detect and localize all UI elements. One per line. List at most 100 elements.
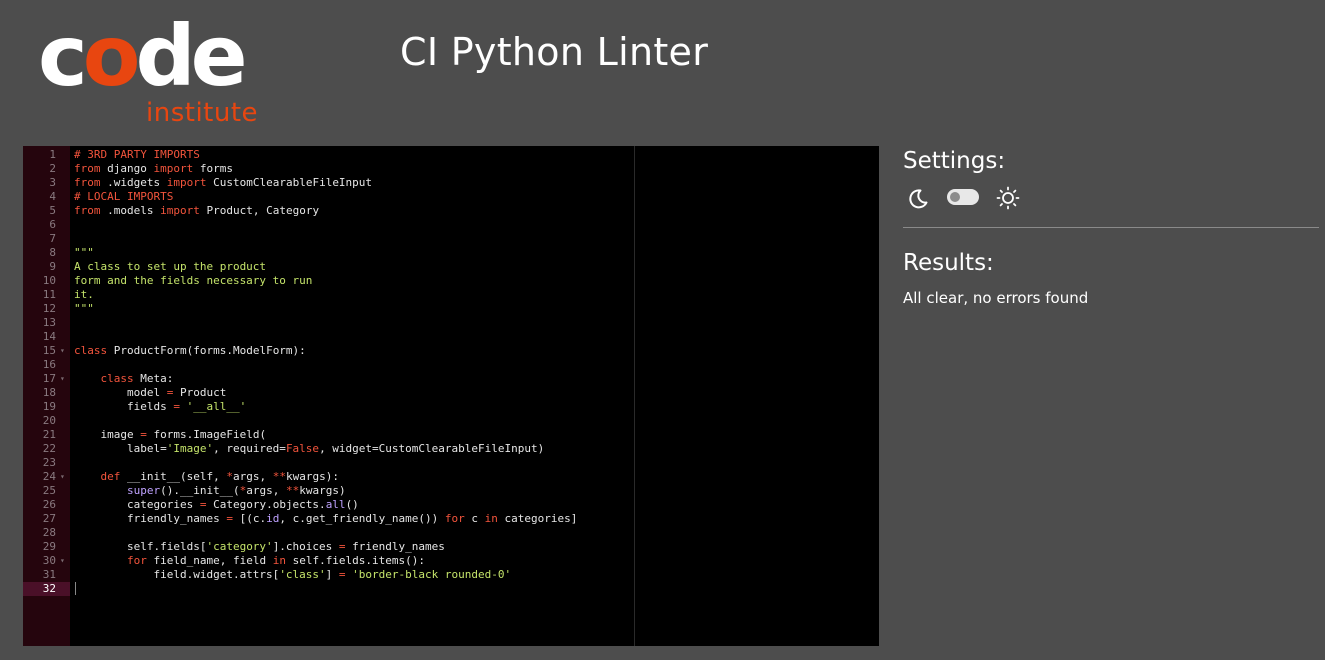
- code-line[interactable]: 28: [23, 526, 879, 540]
- code-text: from .widgets import CustomClearableFile…: [74, 176, 879, 190]
- code-token: class: [100, 372, 134, 385]
- code-token: (): [345, 498, 359, 511]
- code-token: 'border-black rounded-0': [352, 568, 512, 581]
- code-text: # 3RD PARTY IMPORTS: [74, 148, 879, 162]
- code-token: =: [173, 400, 180, 413]
- theme-toggle[interactable]: [947, 189, 979, 205]
- code-token: .models: [100, 204, 161, 217]
- code-token: args,: [232, 470, 273, 483]
- code-line[interactable]: 18 model = Product: [23, 386, 879, 400]
- page-title: CI Python Linter: [400, 30, 709, 74]
- code-line[interactable]: 1 # 3RD PARTY IMPORTS: [23, 148, 879, 162]
- code-line[interactable]: 25 super().__init__(*args, **kwargs): [23, 484, 879, 498]
- code-token: Meta:: [133, 372, 174, 385]
- fold-toggle-icon[interactable]: ▾: [60, 344, 65, 358]
- code-token: friendly_names: [345, 540, 445, 553]
- line-number: 8: [49, 246, 56, 259]
- code-line[interactable]: 14: [23, 330, 879, 344]
- code-line[interactable]: 19 fields = '__all__': [23, 400, 879, 414]
- code-line[interactable]: 16: [23, 358, 879, 372]
- code-token: ]: [325, 568, 339, 581]
- code-line[interactable]: 17 ▾ class Meta:: [23, 372, 879, 386]
- code-line[interactable]: 26 categories = Category.objects.all(): [23, 498, 879, 512]
- code-text: friendly_names = [(c.id, c.get_friendly_…: [74, 512, 879, 526]
- code-text: """: [74, 302, 879, 316]
- fold-toggle-icon[interactable]: ▾: [60, 554, 65, 568]
- line-number: 19: [42, 400, 56, 413]
- code-token: , widget=: [319, 442, 379, 455]
- code-line[interactable]: 3 from .widgets import CustomClearableFil…: [23, 176, 879, 190]
- code-line[interactable]: 6: [23, 218, 879, 232]
- theme-settings: [903, 186, 1043, 210]
- code-line[interactable]: 24 ▾ def __init__(self, *args, **kwargs):: [23, 470, 879, 484]
- toggle-knob: [950, 192, 960, 202]
- fold-toggle-icon[interactable]: ▾: [60, 470, 65, 484]
- code-token: it.: [74, 288, 94, 301]
- code-line[interactable]: 2 from django import forms: [23, 162, 879, 176]
- line-number: 5: [49, 204, 56, 217]
- code-line[interactable]: 15 ▾ class ProductForm(forms.ModelForm):: [23, 344, 879, 358]
- code-token: *: [226, 470, 233, 483]
- line-number: 12: [42, 302, 56, 315]
- code-line[interactable]: 10 form and the fields necessary to run: [23, 274, 879, 288]
- code-token: import: [160, 204, 200, 217]
- code-token: forms.ImageField(: [146, 428, 267, 441]
- results-message: All clear, no errors found: [903, 289, 1089, 307]
- line-number: 10: [42, 274, 56, 287]
- line-number: 9: [49, 260, 56, 273]
- code-token: super: [126, 484, 161, 497]
- code-line[interactable]: 27 friendly_names = [(c.id, c.get_friend…: [23, 512, 879, 526]
- line-number: 20: [42, 414, 56, 427]
- line-number: 4: [49, 190, 56, 203]
- code-line[interactable]: 8 """: [23, 246, 879, 260]
- code-text: fields = '__all__': [74, 400, 879, 414]
- code-line[interactable]: 12 """: [23, 302, 879, 316]
- sun-icon[interactable]: [995, 185, 1021, 211]
- line-number: 2: [49, 162, 56, 175]
- code-editor[interactable]: 1 # 3RD PARTY IMPORTS 2 from django import …: [23, 146, 879, 646]
- editor-lines[interactable]: 1 # 3RD PARTY IMPORTS 2 from django import …: [23, 148, 879, 596]
- code-token: False: [285, 442, 320, 455]
- code-line[interactable]: 29 self.fields['category'].choices = fri…: [23, 540, 879, 554]
- code-token: **: [272, 470, 286, 483]
- code-text: categories = Category.objects.all(): [74, 498, 879, 512]
- code-token: # 3RD PARTY IMPORTS: [74, 148, 200, 161]
- code-text: """: [74, 246, 879, 260]
- code-line[interactable]: 7: [23, 232, 879, 246]
- fold-toggle-icon[interactable]: ▾: [60, 372, 65, 386]
- code-token: **: [285, 484, 300, 497]
- code-token: field.widget.attrs[: [74, 568, 280, 581]
- code-line[interactable]: 13: [23, 316, 879, 330]
- line-number: 27: [42, 512, 56, 525]
- code-line[interactable]: 30 ▾ for field_name, field in self.fields…: [23, 554, 879, 568]
- logo-subtitle: institute: [146, 98, 259, 128]
- code-line[interactable]: 21 image = forms.ImageField(: [23, 428, 879, 442]
- code-text: def __init__(self, *args, **kwargs):: [74, 470, 879, 484]
- code-line[interactable]: 4 # LOCAL IMPORTS: [23, 190, 879, 204]
- code-text: class Meta:: [74, 372, 879, 386]
- line-number: 21: [42, 428, 56, 441]
- code-line[interactable]: 32: [23, 582, 879, 596]
- code-line[interactable]: 23: [23, 456, 879, 470]
- code-line[interactable]: 5 from .models import Product, Category: [23, 204, 879, 218]
- code-token: .widgets: [100, 176, 167, 189]
- code-token: import: [153, 162, 194, 175]
- code-token: fields: [74, 400, 174, 413]
- code-text: A class to set up the product: [74, 260, 879, 274]
- code-text: # LOCAL IMPORTS: [74, 190, 879, 204]
- code-line[interactable]: 11 it.: [23, 288, 879, 302]
- code-line[interactable]: 20: [23, 414, 879, 428]
- code-token: class: [74, 344, 108, 357]
- moon-icon[interactable]: [906, 187, 930, 211]
- code-line[interactable]: 31 field.widget.attrs['class'] = 'border…: [23, 568, 879, 582]
- code-token: =: [140, 428, 147, 441]
- code-line[interactable]: 9 A class to set up the product: [23, 260, 879, 274]
- code-token: categories]: [497, 512, 578, 525]
- code-line[interactable]: 22 label='Image', required=False, widget…: [23, 442, 879, 456]
- line-number: 29: [42, 540, 56, 553]
